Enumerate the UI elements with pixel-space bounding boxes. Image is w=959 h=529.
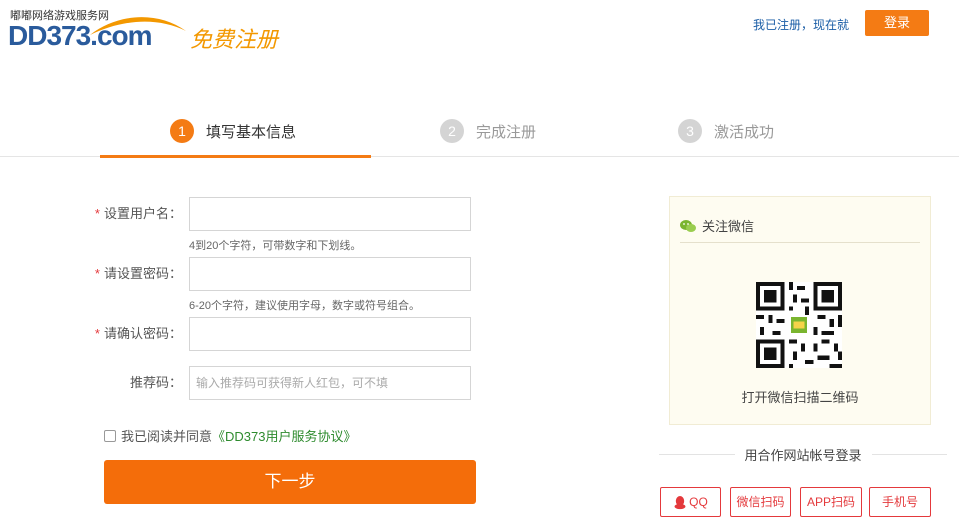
login-button[interactable]: 登录 (865, 10, 929, 36)
divider-left (659, 453, 735, 455)
partner-login-heading: 用合作网站帐号登录 (659, 446, 948, 463)
agreement-row: 我已阅读并同意 《DD373用户服务协议》 (104, 426, 356, 445)
step-label: 填写基本信息 (206, 123, 297, 141)
confirm-password-input[interactable] (189, 317, 471, 351)
wechat-scan-login-button[interactable]: 微信扫码 (730, 487, 791, 517)
step-number: 2 (440, 119, 464, 143)
step-complete-registration: 2 完成注册 (440, 119, 536, 143)
logo-swoosh-icon (90, 17, 186, 35)
page-title: 免费注册 (190, 27, 279, 52)
active-step-indicator (100, 155, 371, 158)
agreement-text: 我已阅读并同意 (121, 429, 213, 444)
divider-right (871, 453, 948, 455)
app-scan-login-button[interactable]: APP扫码 (800, 487, 862, 517)
phone-login-button[interactable]: 手机号 (869, 487, 931, 517)
login-tip: 我已注册，现在就 (753, 18, 850, 32)
wechat-divider (680, 242, 920, 243)
referral-label: 推荐码： (129, 375, 182, 390)
wechat-icon (680, 219, 696, 232)
step-activation: 3 激活成功 (678, 119, 774, 143)
wechat-follow-panel: 关注微信 打开微信扫描二维码 (669, 196, 931, 425)
confirm-password-label-text: 请确认密码： (103, 326, 182, 341)
required-mark: * (94, 266, 100, 281)
wechat-title-text: 关注微信 (702, 219, 755, 234)
next-step-button[interactable]: 下一步 (104, 460, 476, 504)
username-input[interactable] (189, 197, 471, 231)
referral-code-input[interactable] (189, 366, 471, 400)
password-label-text: 请设置密码： (103, 266, 182, 281)
agreement-checkbox[interactable] (104, 429, 116, 442)
password-label: * 请设置密码： (0, 257, 182, 290)
qq-icon (674, 495, 686, 509)
site-logo[interactable]: 嘟嘟网络游戏服务网 DD373.com (8, 7, 186, 55)
qq-login-label: QQ (689, 495, 708, 509)
required-mark: * (94, 326, 100, 341)
wechat-panel-title: 关注微信 (680, 216, 754, 235)
username-label: * 设置用户名： (0, 197, 182, 230)
partner-login-title: 用合作网站帐号登录 (744, 447, 862, 463)
username-hint: 4到20个字符，可带数字和下划线。 (189, 240, 362, 252)
step-label: 完成注册 (476, 123, 537, 141)
step-fill-info: 1 填写基本信息 (170, 119, 296, 143)
step-label: 激活成功 (714, 123, 775, 141)
wechat-scan-caption: 打开微信扫描二维码 (741, 390, 859, 405)
password-input[interactable] (189, 257, 471, 291)
qq-login-button[interactable]: QQ (660, 487, 721, 517)
step-number: 3 (678, 119, 702, 143)
username-label-text: 设置用户名： (103, 206, 182, 221)
password-hint: 6-20个字符，建议使用字母，数字或符号组合。 (189, 300, 421, 312)
required-mark: * (94, 206, 100, 221)
step-number: 1 (170, 119, 194, 143)
agreement-link[interactable]: 《DD373用户服务协议》 (212, 426, 356, 445)
confirm-password-label: * 请确认密码： (0, 317, 182, 350)
wechat-qr-code (756, 282, 842, 368)
